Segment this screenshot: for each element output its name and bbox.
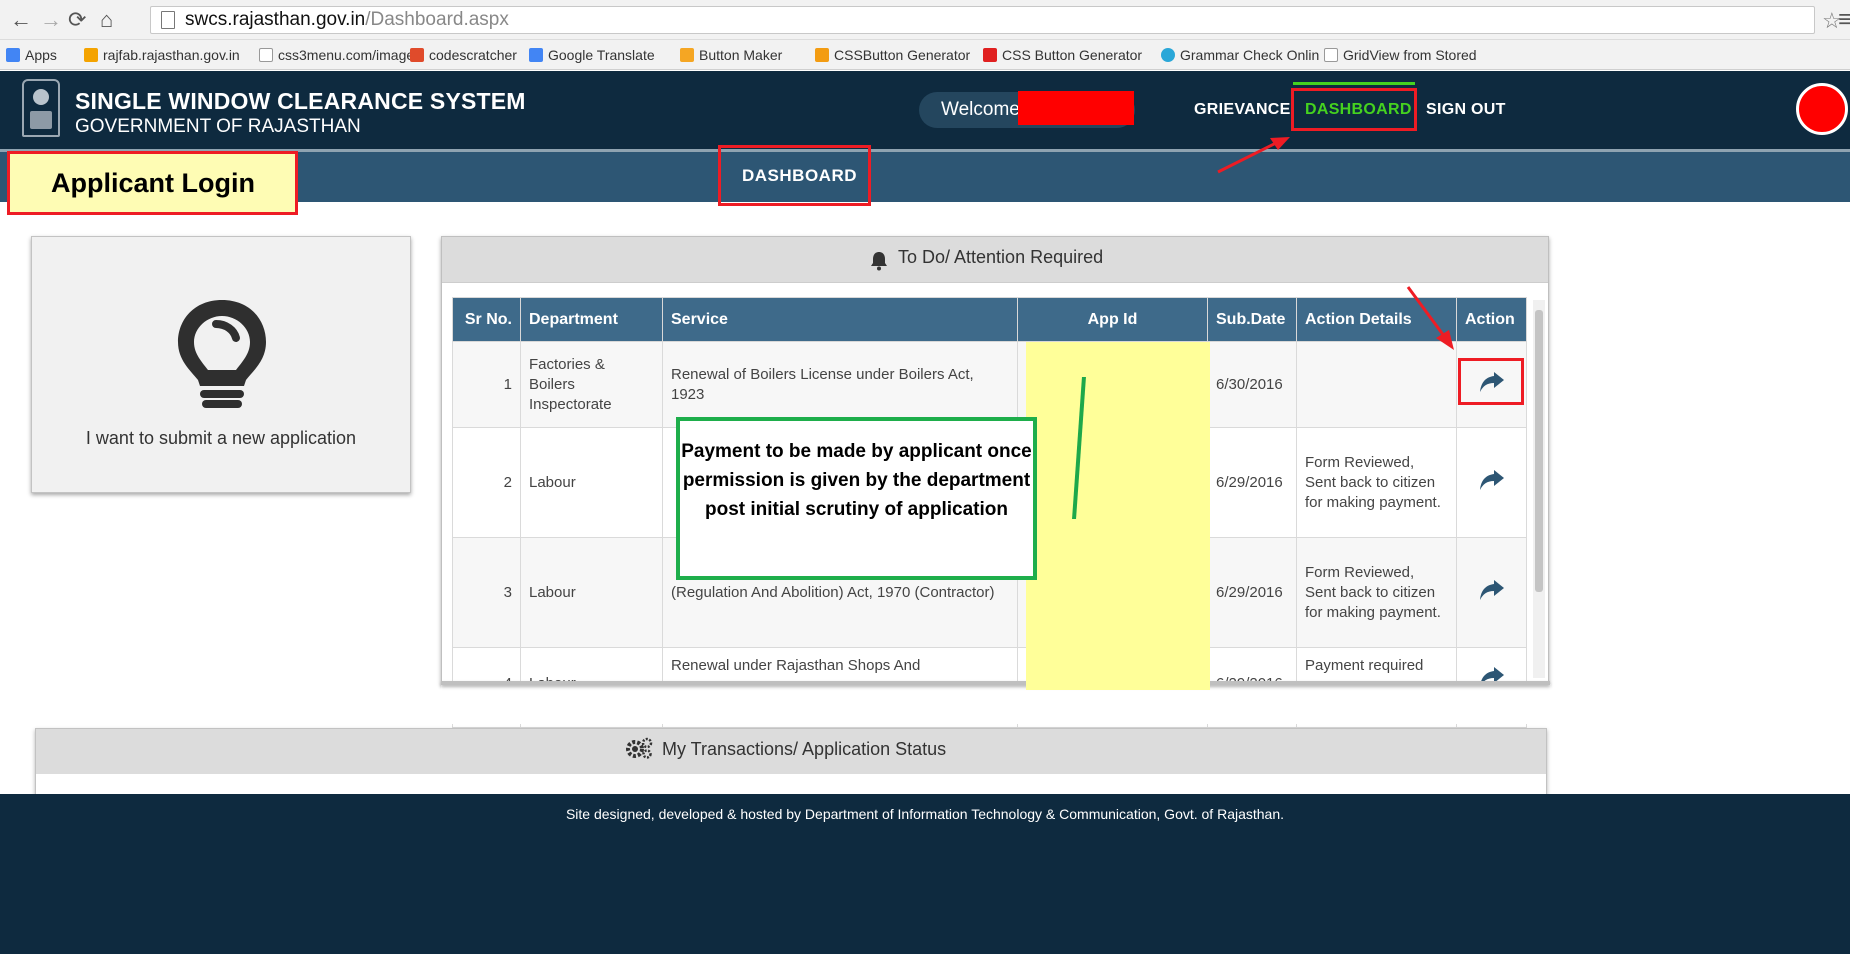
column-header[interactable]: App Id bbox=[1017, 297, 1208, 342]
site-subtitle: GOVERNMENT OF RAJASTHAN bbox=[75, 116, 361, 137]
gears-icon bbox=[626, 737, 653, 759]
bookmark-label: codescratcher bbox=[429, 47, 517, 63]
forward-arrow-icon[interactable]: → bbox=[40, 8, 62, 32]
cell-date: 6/29/2016 bbox=[1207, 427, 1297, 538]
column-header[interactable]: Sr No. bbox=[452, 297, 521, 342]
bookmarks-bar: Apps rajfab.rajasthan.gov.in css3menu.co… bbox=[0, 40, 1850, 70]
column-header[interactable]: Action Details bbox=[1296, 297, 1457, 342]
cell-date: 6/30/2016 bbox=[1207, 341, 1297, 428]
bookmark-favicon-icon bbox=[84, 48, 98, 62]
bookmark-item[interactable]: css3menu.com/image bbox=[259, 47, 414, 63]
highlight-box-action bbox=[1458, 358, 1524, 405]
url-path: /Dashboard.aspx bbox=[365, 9, 509, 30]
bookmark-label: css3menu.com/image bbox=[278, 47, 415, 63]
footer-text: Site designed, developed & hosted by Dep… bbox=[565, 806, 1285, 822]
bookmark-label: CSSButton Generator bbox=[834, 47, 971, 63]
column-header[interactable]: Service bbox=[662, 297, 1018, 342]
cell-action-details bbox=[1296, 341, 1457, 428]
bookmark-label: Grammar Check Onlin bbox=[1180, 47, 1320, 63]
cell-department: Factories & Boilers Inspectorate bbox=[520, 341, 663, 428]
site-title: SINGLE WINDOW CLEARANCE SYSTEM bbox=[75, 88, 526, 114]
bookmark-item[interactable]: Apps bbox=[6, 47, 57, 63]
todo-scrollbar-thumb[interactable] bbox=[1535, 310, 1543, 592]
page-icon bbox=[1324, 48, 1338, 62]
bookmark-label: Button Maker bbox=[699, 47, 783, 63]
new-application-label[interactable]: I want to submit a new application bbox=[31, 428, 411, 449]
bookmark-label: Apps bbox=[25, 47, 57, 63]
share-arrow-icon[interactable] bbox=[1479, 579, 1505, 601]
highlight-box-subnav bbox=[718, 145, 871, 206]
highlight-box-dashboard-nav bbox=[1291, 88, 1417, 131]
page-icon bbox=[259, 48, 273, 62]
bookmark-label: rajfab.rajasthan.gov.in bbox=[103, 47, 240, 63]
active-nav-underline bbox=[1293, 82, 1415, 85]
apps-grid-icon bbox=[6, 48, 20, 62]
action-button[interactable] bbox=[1456, 427, 1527, 538]
app-id-redaction-highlight bbox=[1026, 342, 1210, 690]
table-header-row: Sr No. Department Service App Id Sub.Dat… bbox=[452, 297, 1527, 342]
bookmark-label: Google Translate bbox=[548, 47, 655, 63]
nav-sign-out[interactable]: SIGN OUT bbox=[1426, 101, 1506, 119]
translate-icon bbox=[529, 48, 543, 62]
state-emblem-icon bbox=[22, 79, 60, 137]
cell-sr: 3 bbox=[452, 537, 521, 648]
applicant-login-callout: Applicant Login bbox=[7, 151, 298, 215]
bookmark-item[interactable]: CSSButton Generator bbox=[815, 47, 970, 63]
bell-icon bbox=[871, 252, 887, 271]
home-icon[interactable]: ⌂ bbox=[100, 8, 113, 32]
bookmark-item[interactable]: Button Maker bbox=[680, 47, 782, 63]
cell-department: Labour bbox=[520, 427, 663, 538]
todo-title: To Do/ Attention Required bbox=[898, 247, 1104, 267]
bookmark-item[interactable]: rajfab.rajasthan.gov.in bbox=[84, 47, 240, 63]
cell-sr: 2 bbox=[452, 427, 521, 538]
cell-sr: 1 bbox=[452, 341, 521, 428]
nav-grievance[interactable]: GRIEVANCE bbox=[1194, 101, 1291, 119]
cell-action-details: Form Reviewed, Sent back to citizen for … bbox=[1296, 427, 1457, 538]
url-host: swcs.rajasthan.gov.in bbox=[185, 9, 366, 30]
bookmark-favicon-icon bbox=[410, 48, 424, 62]
column-header[interactable]: Sub.Date bbox=[1207, 297, 1297, 342]
bookmark-label: CSS Button Generator bbox=[1002, 47, 1143, 63]
bookmark-favicon-icon bbox=[1161, 48, 1175, 62]
bookmark-item[interactable]: GridView from Stored bbox=[1324, 47, 1477, 63]
column-header[interactable]: Action bbox=[1456, 297, 1527, 342]
cell-date: 6/29/2016 bbox=[1207, 537, 1297, 648]
bookmark-item[interactable]: CSS Button Generator bbox=[983, 47, 1142, 63]
action-button[interactable] bbox=[1456, 537, 1527, 648]
panel-bottom-edge bbox=[441, 681, 1550, 685]
transactions-body bbox=[36, 774, 1546, 794]
browser-menu-icon[interactable]: ≡ bbox=[1838, 6, 1850, 34]
address-bar[interactable]: swcs.rajasthan.gov.in/Dashboard.aspx bbox=[150, 6, 1815, 34]
bookmark-item[interactable]: codescratcher bbox=[410, 47, 517, 63]
column-header[interactable]: Department bbox=[520, 297, 663, 342]
cell-department: Labour bbox=[520, 537, 663, 648]
share-arrow-icon[interactable] bbox=[1479, 469, 1505, 491]
cell-service: Renewal of Boilers License under Boilers… bbox=[662, 341, 1018, 428]
browser-toolbar: ← → ⟳ ⌂ swcs.rajasthan.gov.in/Dashboard.… bbox=[0, 0, 1850, 40]
bookmark-label: GridView from Stored bbox=[1343, 47, 1477, 63]
cell-action-details: Form Reviewed, Sent back to citizen for … bbox=[1296, 537, 1457, 648]
redaction-bar bbox=[1018, 91, 1134, 125]
lightbulb-icon bbox=[178, 300, 266, 408]
panel-clip-mask bbox=[441, 684, 1551, 724]
avatar[interactable] bbox=[1796, 83, 1848, 135]
page-icon bbox=[161, 11, 175, 29]
payment-note-callout: Payment to be made by applicant once per… bbox=[676, 417, 1037, 580]
bookmark-favicon-icon bbox=[815, 48, 829, 62]
table-row: 1 Factories & Boilers Inspectorate Renew… bbox=[452, 341, 1527, 428]
reload-icon[interactable]: ⟳ bbox=[68, 8, 86, 32]
bookmark-favicon-icon bbox=[680, 48, 694, 62]
bookmark-favicon-icon bbox=[983, 48, 997, 62]
bookmark-item[interactable]: Google Translate bbox=[529, 47, 655, 63]
transactions-title: My Transactions/ Application Status bbox=[662, 739, 947, 759]
bookmark-item[interactable]: Grammar Check Onlin bbox=[1161, 47, 1319, 63]
back-arrow-icon[interactable]: ← bbox=[10, 8, 32, 32]
